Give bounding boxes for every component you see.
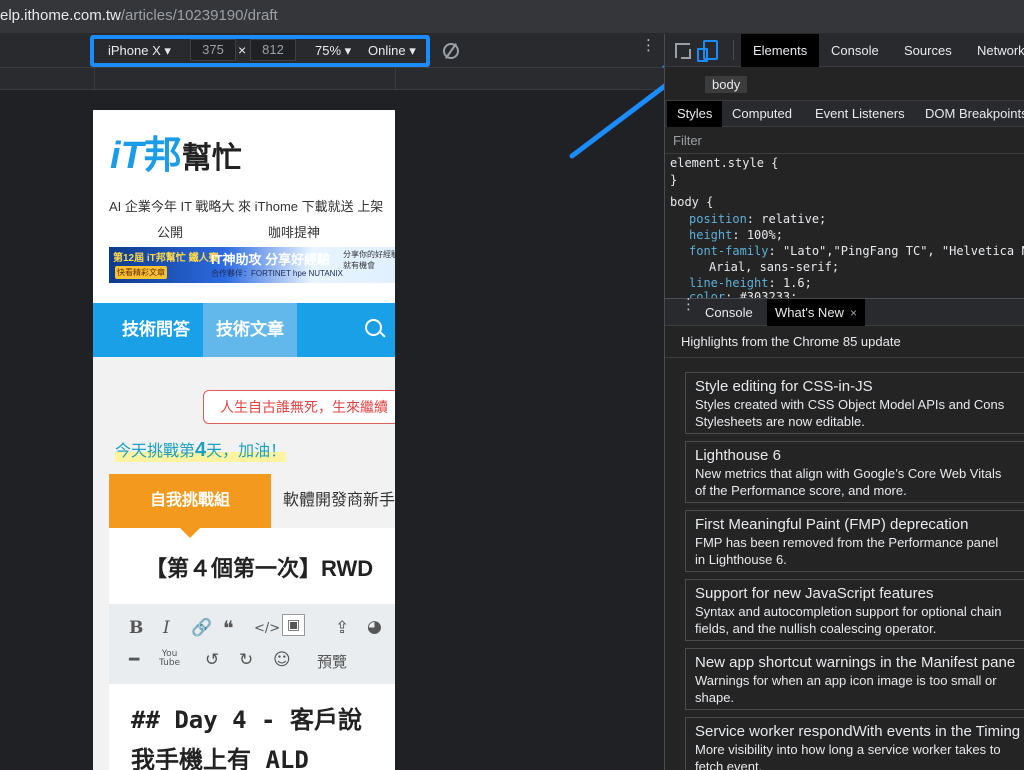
banner-right-text: 分享你的好經驗 就有機會 — [343, 250, 395, 270]
close-icon[interactable]: × — [850, 306, 857, 320]
markdown-line-2[interactable]: 我手機上有 ALD — [131, 740, 309, 770]
link-icon[interactable]: 🔗 — [191, 618, 212, 638]
css-declaration[interactable]: height: 100%; — [689, 228, 783, 242]
challenge-banner: 今天挑戰第4天，加油！ — [115, 437, 287, 462]
news-ticker[interactable]: AI 企業今年 IT 戰略大 來 iThome 下載就送 上架 — [109, 196, 383, 215]
news-ticker-line2-b[interactable]: 咖啡提神 — [268, 222, 320, 241]
css-declaration[interactable]: position: relative; — [689, 212, 826, 226]
whats-new-item[interactable]: Style editing for CSS-in-JS Styles creat… — [685, 372, 1024, 434]
styles-subtabs: Styles Computed Event Listeners DOM Brea… — [665, 101, 1024, 127]
emulated-viewport: iT邦幫忙 AI 企業今年 IT 戰略大 來 iThome 下載就送 上架 公開… — [0, 90, 664, 770]
device-width-input[interactable]: 375 — [190, 39, 236, 61]
screen: elp.ithome.com.tw/articles/10239190/draf… — [0, 0, 1024, 770]
url-path: /articles/10239190/draft — [120, 7, 278, 24]
more-options-icon[interactable]: ⋮ — [641, 38, 656, 53]
media-query-ruler — [0, 68, 664, 90]
css-declaration[interactable]: font-family: "Lato","PingFang TC", "Helv… — [689, 244, 1024, 258]
drawer-tab-console[interactable]: Console — [697, 299, 761, 326]
ironman-banner[interactable]: 第12屆 iT邦幫忙 鐵人賽 快看精彩文章>> IT神助攻 分享好經驗 合作夥伴… — [109, 247, 395, 283]
tab-elements[interactable]: Elements — [741, 34, 820, 67]
article-editor-card: 自我挑戰組 軟體開發商新手 【第４個第一次】RWD B I 🔗 ❝ </> ▣ … — [109, 474, 395, 770]
element-style-close: } — [670, 173, 678, 187]
bold-button[interactable]: B — [129, 618, 143, 638]
redo-icon[interactable]: ↻ — [239, 650, 253, 670]
hr-icon[interactable]: ━ — [129, 650, 139, 670]
tab-articles[interactable]: 技術文章 — [203, 303, 297, 357]
tab-event-listeners[interactable]: Event Listeners — [805, 101, 915, 127]
banner-label: 第12屆 iT邦幫忙 鐵人賽 — [113, 253, 219, 264]
site-logo[interactable]: iT邦幫忙 — [110, 124, 242, 177]
undo-icon[interactable]: ↺ — [205, 650, 219, 670]
inspect-element-icon[interactable] — [675, 43, 691, 59]
youtube-icon[interactable]: You Tube — [159, 650, 180, 668]
tab-network[interactable]: Network — [965, 34, 1024, 67]
tab-computed[interactable]: Computed — [722, 101, 802, 127]
network-throttle-select[interactable]: Online ▾ — [368, 43, 416, 59]
chevron-down-icon: ▾ — [164, 43, 171, 58]
article-title[interactable]: 【第４個第一次】RWD — [145, 551, 373, 583]
news-ticker-line2-a[interactable]: 公開 — [157, 222, 183, 241]
site-nav: 技術問答 技術文章 — [93, 303, 395, 357]
css-declaration[interactable]: line-height: 1.6; — [689, 276, 812, 290]
whats-new-item[interactable]: Lighthouse 6 New metrics that align with… — [685, 441, 1024, 503]
rotate-icon[interactable] — [443, 43, 459, 59]
banner-headline: IT神助攻 分享好經驗 — [211, 252, 331, 267]
search-icon[interactable] — [365, 319, 385, 339]
phone-screen: iT邦幫忙 AI 企業今年 IT 戰略大 來 iThome 下載就送 上架 公開… — [93, 110, 395, 770]
device-select[interactable]: iPhone X ▾ — [108, 43, 171, 59]
chevron-down-icon: ▾ — [409, 43, 416, 58]
drawer-menu-icon[interactable]: ⋮ — [681, 297, 696, 312]
breadcrumb-body[interactable]: body — [705, 76, 748, 93]
upload-icon[interactable]: ⇪ — [335, 618, 349, 638]
tab-styles[interactable]: Styles — [667, 101, 723, 127]
tab-dom-breakpoints[interactable]: DOM Breakpoints — [915, 101, 1024, 127]
divider — [665, 357, 1024, 358]
tab-questions[interactable]: 技術問答 — [109, 303, 203, 357]
image-icon[interactable]: ▣ — [282, 614, 306, 636]
emoji-icon[interactable]: ☺ — [273, 650, 291, 670]
drawer-tabbar: ⋮ Console What's New × — [665, 297, 1024, 326]
device-toolbar: iPhone X ▾ 375 × 812 75% ▾ Online ▾ ⋮ — [0, 34, 664, 68]
zoom-select[interactable]: 75% ▾ — [315, 43, 351, 59]
preview-button[interactable]: 預覽 — [317, 651, 347, 672]
device-height-input[interactable]: 812 — [250, 39, 296, 61]
tab-sources[interactable]: Sources — [892, 34, 964, 67]
divider — [733, 40, 734, 60]
tab-software-dev[interactable]: 軟體開發商新手 — [283, 474, 395, 528]
tab-console[interactable]: Console — [819, 34, 891, 67]
whats-new-item[interactable]: Support for new JavaScript features Synt… — [685, 579, 1024, 641]
whats-new-item[interactable]: First Meaningful Paint (FMP) deprecation… — [685, 510, 1024, 572]
devtools-tabbar: Elements Console Sources Network — [665, 34, 1024, 67]
dimension-separator: × — [238, 42, 247, 58]
chart-icon[interactable]: ◕ — [367, 617, 382, 637]
markdown-line-1[interactable]: ## Day 4 - 客戶說 — [131, 700, 362, 735]
page-content: 人生自古誰無死，生來繼續 今天挑戰第4天，加油！ 自我挑戰組 軟體開發商新手 【… — [93, 357, 395, 770]
quote-icon[interactable]: ❝ — [223, 616, 234, 640]
code-button[interactable]: </> — [254, 621, 280, 636]
group-tabs: 自我挑戰組 軟體開發商新手 — [109, 474, 395, 538]
motto-box: 人生自古誰無死，生來繼續 — [203, 390, 395, 424]
address-bar[interactable]: elp.ithome.com.tw/articles/10239190/draf… — [0, 0, 1024, 34]
banner-button[interactable]: 快看精彩文章>> — [115, 266, 167, 283]
chevron-down-icon: ▾ — [344, 43, 352, 58]
toggle-device-toolbar-icon[interactable] — [697, 40, 718, 62]
banner-sponsors: 合作夥伴：FORTINET hpe NUTANIX — [211, 269, 344, 278]
body-rule-selector[interactable]: body { — [670, 195, 713, 209]
italic-button[interactable]: I — [163, 618, 170, 638]
css-declaration-continued: Arial, sans-serif; — [709, 260, 840, 274]
whats-new-item[interactable]: Service worker respondWith events in the… — [685, 717, 1024, 770]
challenge-day: 4 — [195, 439, 207, 461]
devtools-panel: Elements Console Sources Network body St… — [664, 34, 1024, 770]
element-style-open[interactable]: element.style { — [670, 156, 778, 170]
tab-self-challenge[interactable]: 自我挑戰組 — [109, 474, 271, 538]
whats-new-heading: Highlights from the Chrome 85 update — [681, 334, 901, 349]
breadcrumb: body — [665, 67, 1024, 101]
url-domain: elp.ithome.com.tw — [0, 7, 121, 24]
url-text[interactable]: elp.ithome.com.tw/articles/10239190/draf… — [0, 7, 278, 24]
drawer-tab-whats-new[interactable]: What's New × — [767, 299, 865, 326]
styles-filter-input[interactable]: Filter — [665, 128, 1024, 154]
editor-toolbar: B I 🔗 ❝ </> ▣ ⇪ ◕ ━ You Tube ↺ ↻ ☺ 預覽 — [109, 604, 395, 684]
whats-new-item[interactable]: New app shortcut warnings in the Manifes… — [685, 648, 1024, 710]
